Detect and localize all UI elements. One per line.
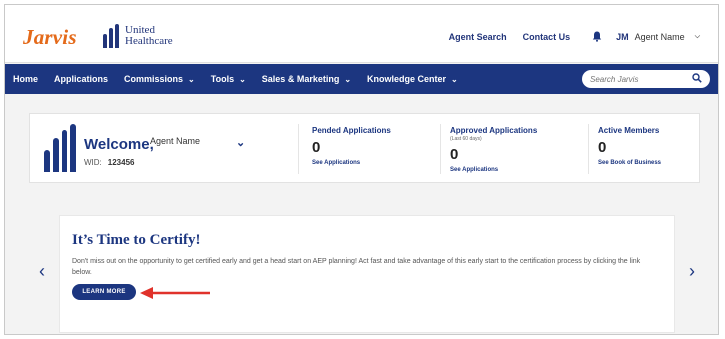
main-nav: Home Applications Commissions ⌄ Tools ⌄ Sa… — [5, 64, 718, 94]
nav-sales-marketing[interactable]: Sales & Marketing ⌄ — [262, 74, 351, 84]
stat-value: 0 — [450, 146, 459, 163]
divider — [440, 124, 441, 174]
certify-promo-card: It’s Time to Certify! Don't miss out on … — [59, 215, 675, 333]
learn-more-button[interactable]: LEARN MORE — [72, 284, 136, 300]
welcome-greeting: Welcome, — [84, 136, 154, 153]
chevron-down-icon: ⌄ — [239, 74, 246, 84]
carousel-next-chevron-icon[interactable]: › — [689, 261, 695, 282]
header-links: Agent Search Contact Us JM Agent Name ⌵ — [433, 31, 700, 42]
promo-title: It’s Time to Certify! — [72, 232, 201, 248]
divider — [588, 124, 589, 174]
wid-line: WID: 123456 — [84, 158, 134, 167]
wid-value: 123456 — [107, 158, 135, 167]
stat-label: Pended Applications — [312, 126, 391, 135]
stat-label: Approved Applications — [450, 126, 538, 135]
carousel-prev-chevron-icon[interactable]: ‹ — [39, 261, 45, 282]
stat-value: 0 — [312, 139, 321, 156]
nav-tools[interactable]: Tools ⌄ — [211, 74, 246, 84]
profile-chevron-down-icon[interactable]: ⌄ — [236, 136, 245, 149]
unitedhealthcare-logo: United Healthcare — [103, 22, 173, 50]
see-applications-link[interactable]: See Applications — [450, 167, 537, 173]
see-book-of-business-link[interactable]: See Book of Business — [598, 160, 661, 166]
uhc-mark-icon — [103, 24, 119, 48]
annotation-arrow-icon — [140, 287, 210, 299]
contact-us-link[interactable]: Contact Us — [523, 32, 571, 42]
divider — [298, 124, 299, 174]
nav-applications[interactable]: Applications — [54, 74, 108, 84]
user-menu-chevron-icon[interactable]: ⌵ — [695, 33, 700, 41]
stat-approved: Approved Applications (Last 60 days) 0 S… — [450, 126, 537, 173]
promo-body: Don't miss out on the opportunity to get… — [72, 258, 641, 276]
nav-knowledge-center[interactable]: Knowledge Center ⌄ — [367, 74, 458, 84]
bell-icon[interactable] — [592, 31, 602, 42]
nav-home[interactable]: Home — [13, 74, 38, 84]
uhc-logo-icon — [44, 124, 76, 172]
search-icon[interactable] — [692, 70, 702, 88]
logo-line-2: Healthcare — [125, 35, 173, 47]
chevron-down-icon: ⌄ — [451, 74, 458, 84]
see-applications-link[interactable]: See Applications — [312, 160, 391, 166]
app-frame: Jarvis United Healthcare Agent Search Co… — [4, 4, 719, 335]
stat-sub: (Last 60 days) — [450, 136, 482, 142]
wid-label: WID: — [84, 158, 102, 167]
stat-label: Active Members — [598, 126, 660, 135]
search-box[interactable] — [582, 70, 710, 88]
welcome-card: Welcome, Agent Name ⌄ WID: 123456 Pended … — [29, 113, 700, 183]
stat-active-members: Active Members 0 See Book of Business — [598, 126, 661, 166]
chevron-down-icon: ⌄ — [188, 74, 195, 84]
user-initials[interactable]: JM — [616, 32, 629, 42]
welcome-agent-name: Agent Name — [150, 136, 201, 146]
stat-value: 0 — [598, 139, 607, 156]
jarvis-logo[interactable]: Jarvis — [23, 25, 77, 50]
top-header: Jarvis United Healthcare Agent Search Co… — [5, 5, 718, 63]
user-name[interactable]: Agent Name — [635, 32, 685, 42]
stat-pended: Pended Applications 0 See Applications — [312, 126, 391, 166]
search-input[interactable] — [590, 74, 690, 84]
agent-search-link[interactable]: Agent Search — [449, 32, 507, 42]
chevron-down-icon: ⌄ — [344, 74, 352, 84]
nav-commissions[interactable]: Commissions ⌄ — [124, 74, 195, 84]
